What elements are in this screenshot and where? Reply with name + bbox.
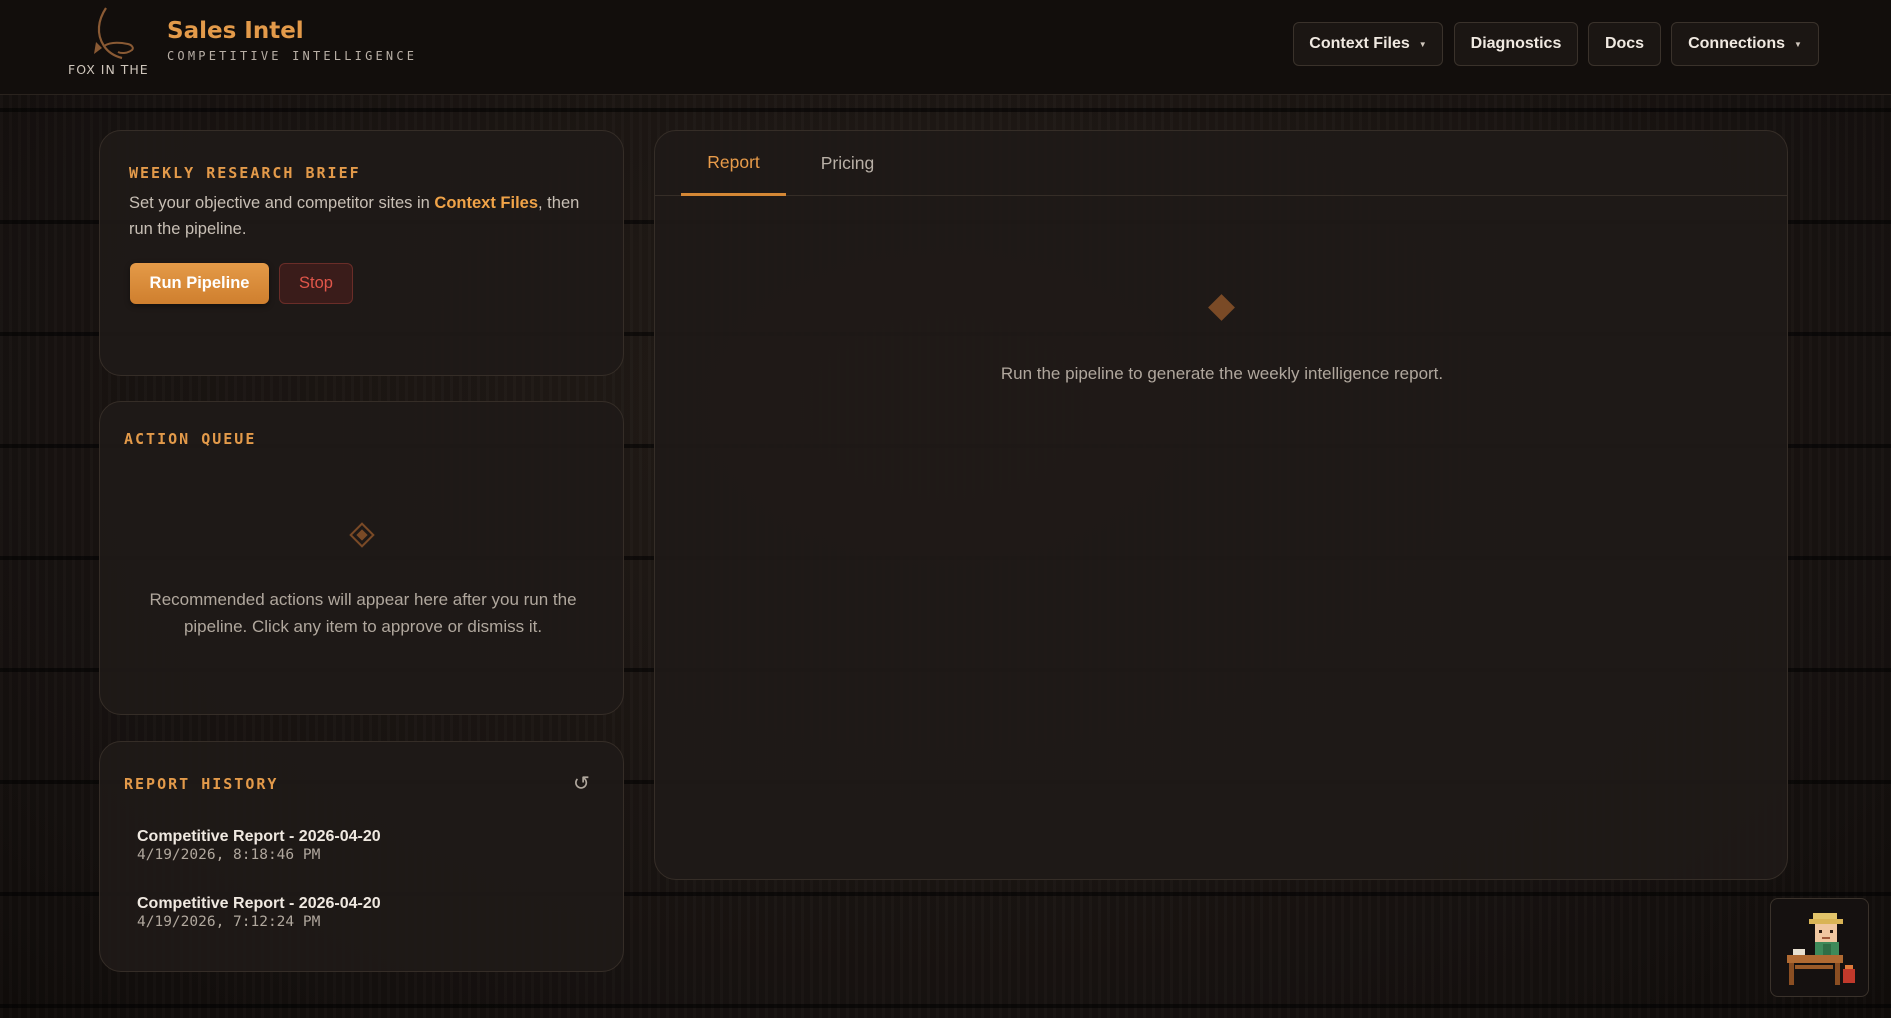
report-tabs: Report Pricing: [655, 131, 1787, 196]
action-queue-title: ACTION QUEUE: [124, 430, 257, 448]
stop-button[interactable]: Stop: [279, 263, 353, 304]
context-files-label: Context Files: [1309, 35, 1410, 52]
context-files-button[interactable]: Context Files ▼: [1293, 22, 1443, 66]
docs-button[interactable]: Docs: [1588, 22, 1661, 66]
history-item-title: Competitive Report - 2026-04-20: [137, 895, 381, 912]
weekly-brief-panel: WEEKLY RESEARCH BRIEF Set your objective…: [99, 130, 624, 376]
brief-description: Set your objective and competitor sites …: [129, 190, 589, 242]
tab-pricing[interactable]: Pricing: [795, 131, 900, 196]
report-history-title: REPORT HISTORY: [124, 775, 279, 793]
refresh-icon[interactable]: ↺: [573, 771, 590, 795]
chevron-down-icon: ▼: [1793, 39, 1802, 49]
history-item-title: Competitive Report - 2026-04-20: [137, 828, 381, 845]
context-files-link[interactable]: Context Files: [434, 194, 538, 212]
tab-report[interactable]: Report: [681, 131, 786, 196]
brand-logo[interactable]: FOX IN THE: [66, 6, 154, 78]
app-title: Sales Intel: [167, 18, 304, 44]
history-item-time: 4/19/2026, 8:18:46 PM: [137, 847, 321, 863]
brief-title: WEEKLY RESEARCH BRIEF: [129, 164, 361, 182]
diamond-icon: [1208, 294, 1235, 321]
action-queue-panel: ACTION QUEUE Recommended actions will ap…: [99, 401, 624, 715]
brief-text-before: Set your objective and competitor sites …: [129, 194, 435, 212]
run-pipeline-button[interactable]: Run Pipeline: [130, 263, 269, 304]
chevron-down-icon: ▼: [1418, 39, 1427, 49]
report-panel: Report Pricing Run the pipeline to gener…: [654, 130, 1788, 880]
app-subtitle: COMPETITIVE INTELLIGENCE: [167, 49, 418, 63]
diagnostics-label: Diagnostics: [1470, 35, 1562, 52]
report-history-panel: REPORT HISTORY ↺ Competitive Report - 20…: [99, 741, 624, 972]
diagnostics-button[interactable]: Diagnostics: [1454, 22, 1578, 66]
docs-label: Docs: [1604, 35, 1645, 52]
connections-label: Connections: [1688, 35, 1785, 52]
diamond-icon: [349, 522, 375, 548]
history-item-time: 4/19/2026, 7:12:24 PM: [137, 914, 321, 930]
fox-logo-icon: [94, 7, 134, 60]
report-empty-text: Run the pipeline to generate the weekly …: [1000, 364, 1444, 383]
assistant-avatar-button[interactable]: [1770, 898, 1869, 997]
history-item[interactable]: Competitive Report - 2026-04-20 4/19/202…: [137, 828, 557, 863]
app-header: FOX IN THE Sales Intel COMPETITIVE INTEL…: [0, 0, 1891, 95]
assistant-avatar-icon: [1787, 913, 1855, 985]
history-item[interactable]: Competitive Report - 2026-04-20 4/19/202…: [137, 895, 557, 930]
connections-button[interactable]: Connections ▼: [1671, 22, 1819, 66]
action-queue-empty-text: Recommended actions will appear here aft…: [149, 590, 577, 636]
logo-text: FOX IN THE: [68, 62, 149, 77]
